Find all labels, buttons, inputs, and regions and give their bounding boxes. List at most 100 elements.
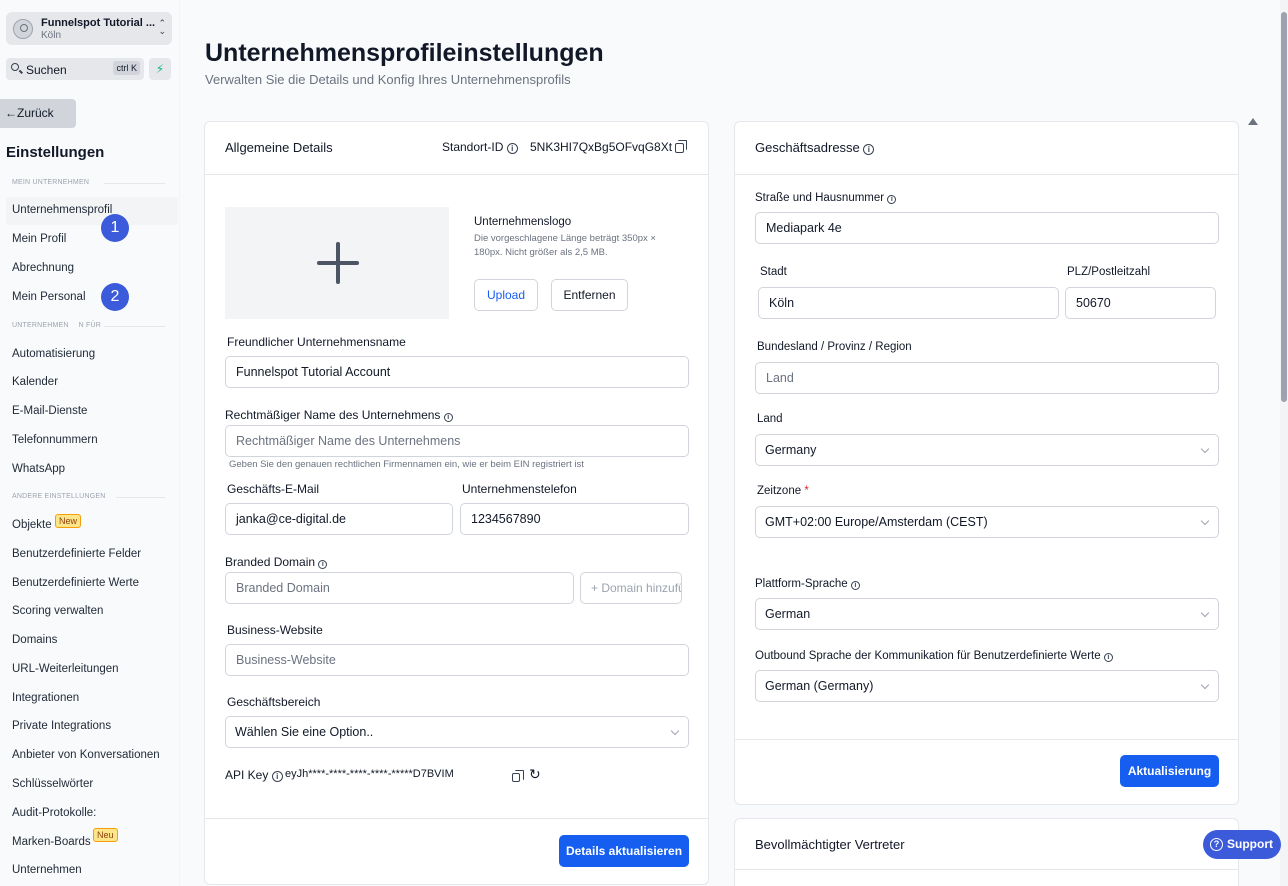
search-button[interactable]: Suchen ctrl K	[6, 58, 144, 80]
info-icon: i	[443, 413, 453, 422]
update-details-button[interactable]: Details aktualisieren	[559, 835, 689, 867]
support-button[interactable]: ? Support	[1203, 830, 1281, 859]
phone-input[interactable]: 1234567890	[460, 503, 689, 535]
sidebar-item-automation[interactable]: Automatisierung	[12, 348, 95, 360]
chevron-down-icon	[1200, 516, 1210, 526]
sidebar: Funnelspot Tutorial ... Köln ⌃ ⌄ Suchen c…	[0, 0, 180, 886]
business-address-title: Geschäftsadresse i	[755, 140, 875, 155]
website-input[interactable]: Business-Website	[225, 644, 689, 676]
search-shortcut: ctrl K	[113, 61, 140, 75]
scrollbar-thumb[interactable]	[1281, 12, 1287, 402]
general-details-title: Allgemeine Details	[225, 140, 333, 155]
country-select[interactable]: Germany	[755, 434, 1219, 466]
industry-label: Geschäftsbereich	[227, 695, 321, 709]
location-id-value: 5NK3HI7QxBg5OFvqG8Xt	[530, 140, 673, 154]
industry-select[interactable]: Wählen Sie eine Option..	[225, 716, 689, 748]
sidebar-item-keywords[interactable]: Schlüsselwörter	[12, 778, 93, 790]
chevron-down-icon	[1200, 444, 1210, 454]
info-icon: i	[863, 144, 875, 155]
search-label: Suchen	[26, 63, 67, 77]
info-icon: i	[1103, 653, 1113, 662]
info-icon: i	[850, 581, 860, 590]
copy-icon[interactable]	[675, 140, 687, 153]
account-name: Funnelspot Tutorial ...	[41, 17, 156, 29]
step-marker: 1	[101, 214, 129, 242]
page-title: Unternehmensprofileinstellungen	[205, 39, 604, 67]
sidebar-item-companies[interactable]: Unternehmen	[12, 864, 82, 876]
remove-button[interactable]: Entfernen	[551, 279, 628, 311]
legal-name-hint: Geben Sie den genauen rechtlichen Firmen…	[229, 459, 584, 470]
sidebar-item-objects[interactable]: Objekte	[12, 519, 52, 531]
sidebar-item-domains[interactable]: Domains	[12, 634, 57, 646]
state-label: Bundesland / Provinz / Region	[757, 341, 912, 353]
api-key-label: API Key i	[225, 768, 283, 782]
sidebar-item-whatsapp[interactable]: WhatsApp	[12, 463, 65, 475]
logo-title: Unternehmenslogo	[474, 216, 572, 228]
country-label: Land	[757, 413, 783, 425]
branded-domain-input[interactable]: Branded Domain	[225, 572, 574, 604]
chevron-down-icon	[1200, 680, 1210, 690]
sidebar-item-custom-values[interactable]: Benutzerdefinierte Werte	[12, 577, 139, 589]
outbound-language-label: Outbound Sprache der Kommunikation für B…	[755, 650, 1113, 662]
email-input[interactable]: janka@ce-digital.de	[225, 503, 453, 535]
sidebar-item-integrations[interactable]: Integrationen	[12, 692, 79, 704]
logo-hint: Die vorgeschlagene Länge beträgt 350px ×	[474, 233, 656, 244]
logo-hint: 180px. Nicht größer als 2,5 MB.	[474, 247, 608, 258]
sidebar-item-billing[interactable]: Abrechnung	[12, 262, 74, 274]
divider	[205, 818, 708, 819]
settings-title: Einstellungen	[6, 144, 105, 161]
legal-name-input[interactable]: Rechtmäßiger Name des Unternehmens	[225, 425, 689, 457]
friendly-name-label: Freundlicher Unternehmensname	[227, 335, 406, 349]
logo-dropzone[interactable]	[225, 207, 449, 319]
divider	[104, 326, 165, 327]
update-address-button[interactable]: Aktualisierung	[1120, 755, 1219, 787]
sidebar-item-url-redirects[interactable]: URL-Weiterleitungen	[12, 663, 119, 675]
city-input[interactable]: Köln	[758, 287, 1059, 319]
chevron-down-icon	[1200, 608, 1210, 618]
divider	[735, 174, 1238, 175]
chevron-updown-icon: ⌃ ⌄	[158, 18, 166, 36]
copy-icon[interactable]	[512, 770, 524, 782]
outbound-language-select[interactable]: German (Germany)	[755, 670, 1219, 702]
account-switcher[interactable]: Funnelspot Tutorial ... Köln ⌃ ⌄	[6, 12, 172, 45]
zip-input[interactable]: 50670	[1065, 287, 1216, 319]
sidebar-item-custom-fields[interactable]: Benutzerdefinierte Felder	[12, 548, 141, 560]
chevron-down-icon	[670, 726, 680, 736]
representative-title: Bevollmächtigter Vertreter	[755, 837, 905, 852]
arrow-left-icon: ←	[5, 106, 17, 120]
add-domain-button[interactable]: + Domain hinzufügen	[580, 572, 682, 604]
zip-label: PLZ/Postleitzahl	[1067, 266, 1151, 278]
sidebar-item-phone-numbers[interactable]: Telefonnummern	[12, 434, 98, 446]
sidebar-item-email-services[interactable]: E-Mail-Dienste	[12, 405, 87, 417]
street-input[interactable]: Mediapark 4e	[755, 212, 1219, 244]
back-button[interactable]: ←Zurück	[0, 99, 76, 128]
sidebar-item-scoring[interactable]: Scoring verwalten	[12, 605, 103, 617]
plus-icon: +	[591, 581, 602, 595]
sidebar-item-company-profile[interactable]: Unternehmensprofil	[12, 204, 112, 216]
scroll-up-arrow[interactable]	[1248, 118, 1258, 125]
new-badge: Neu	[93, 828, 118, 842]
help-icon: ?	[1210, 838, 1223, 851]
website-label: Business-Website	[227, 623, 323, 637]
branded-domain-label: Branded Domain i	[225, 555, 328, 569]
sidebar-item-calendar[interactable]: Kalender	[12, 376, 58, 388]
upload-button[interactable]: Upload	[474, 279, 538, 311]
bolt-icon[interactable]: ⚡︎	[149, 58, 171, 80]
platform-language-select[interactable]: German	[755, 598, 1219, 630]
timezone-select[interactable]: GMT+02:00 Europe/Amsterdam (CEST)	[755, 506, 1219, 538]
sidebar-item-my-staff[interactable]: Mein Personal	[12, 291, 86, 303]
friendly-name-input[interactable]: Funnelspot Tutorial Account	[225, 356, 689, 388]
refresh-icon[interactable]: ↻	[529, 766, 541, 783]
platform-language-label: Plattform-Sprache i	[755, 578, 860, 590]
divider	[116, 497, 165, 498]
sidebar-item-audit-logs[interactable]: Audit-Protokolle:	[12, 807, 96, 819]
sidebar-item-conversation-providers[interactable]: Anbieter von Konversationen	[12, 749, 160, 761]
state-input[interactable]: Land	[755, 362, 1219, 394]
section-other-settings: ANDERE EINSTELLUNGEN	[12, 493, 106, 500]
sidebar-item-private-integrations[interactable]: Private Integrations	[12, 720, 111, 732]
sidebar-item-my-profile[interactable]: Mein Profil	[12, 233, 66, 245]
phone-label: Unternehmenstelefon	[462, 482, 577, 496]
email-label: Geschäfts-E-Mail	[227, 482, 320, 496]
info-icon: i	[887, 195, 897, 204]
sidebar-item-brand-boards[interactable]: Marken-Boards	[12, 836, 91, 848]
